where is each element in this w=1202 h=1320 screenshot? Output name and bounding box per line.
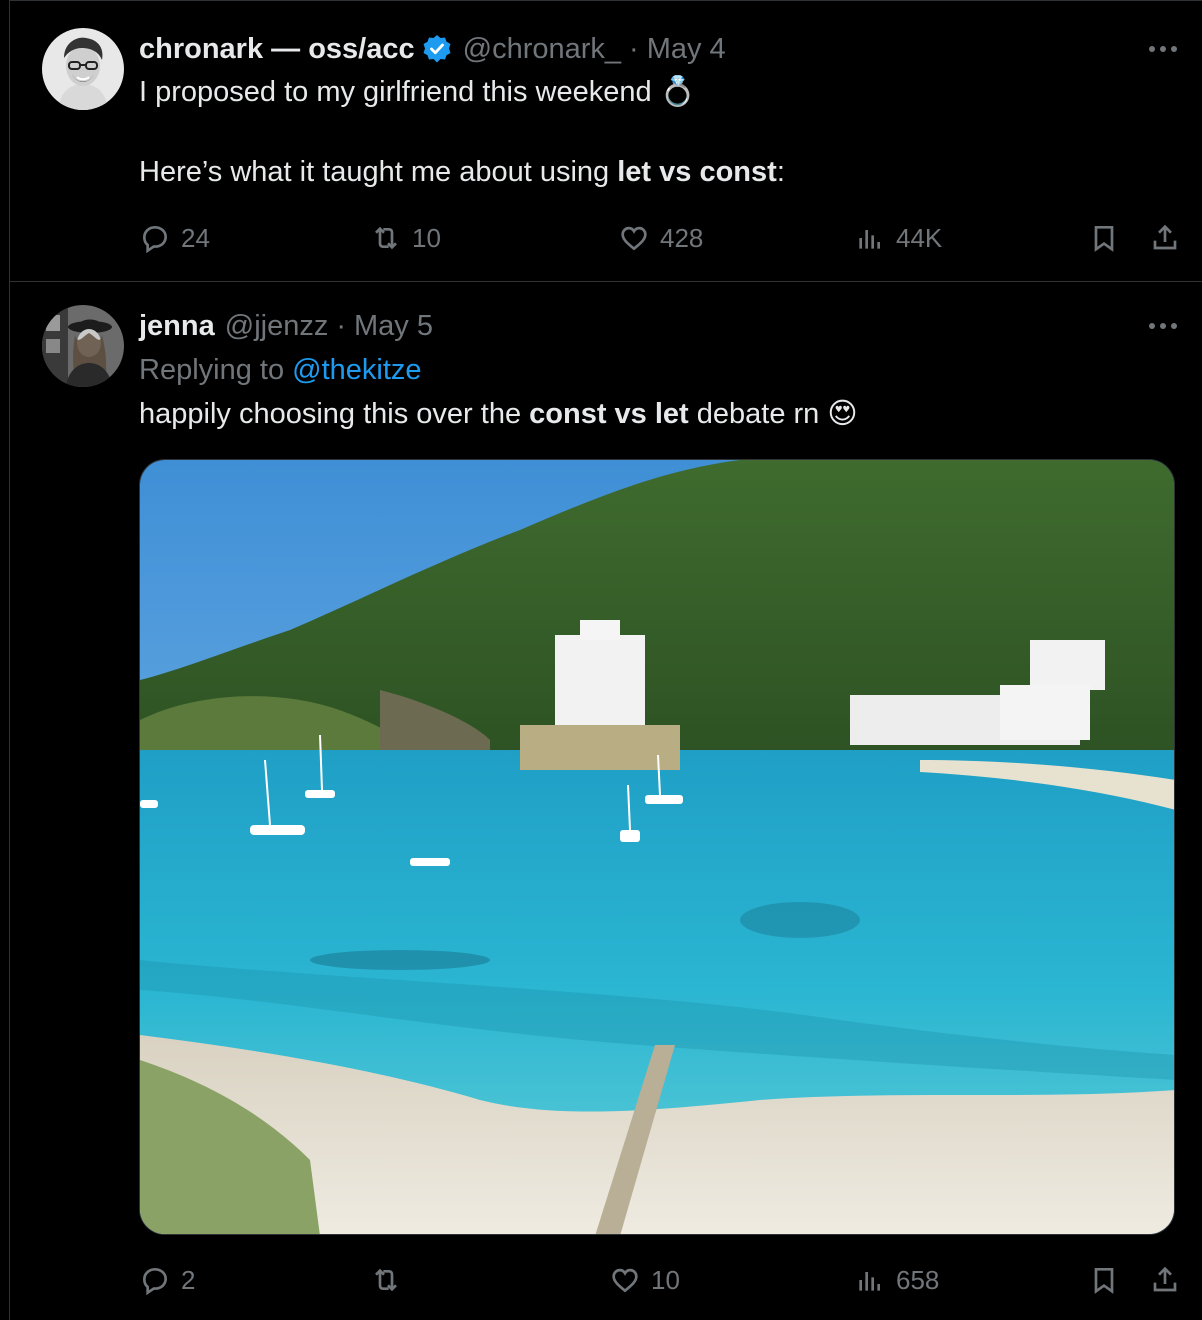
retweet-icon	[375, 226, 397, 250]
tweet-header: jenna @jjenzz · May 5	[139, 306, 1202, 346]
reply-button[interactable]: 24	[139, 218, 210, 258]
separator-dot: ·	[336, 309, 347, 342]
share-icon	[1153, 1266, 1177, 1292]
photo-bay-beach	[140, 460, 1174, 1234]
tweet-text: I proposed to my girlfriend this weekend	[139, 76, 660, 108]
like-count: 428	[660, 222, 704, 253]
tweet-date[interactable]: May 5	[354, 310, 433, 343]
tweet-text-line2: Here’s what it taught me about using let…	[139, 153, 1162, 191]
bookmark-icon	[1094, 1268, 1114, 1294]
more-icon[interactable]	[1146, 39, 1180, 59]
like-icon	[621, 226, 647, 251]
tweet-text-prefix: Here’s what it taught me about using	[139, 156, 618, 188]
tweet-text-line1: I proposed to my girlfriend this weekend…	[139, 73, 1162, 111]
like-count: 10	[651, 1264, 680, 1295]
tweet-image[interactable]	[139, 459, 1175, 1235]
views-icon	[859, 1272, 880, 1291]
avatar-jenna[interactable]	[42, 305, 124, 387]
separator-dot: ·	[629, 32, 639, 65]
tweet-actions: 24 10 428 44K	[139, 218, 1181, 258]
reply-icon	[142, 1267, 168, 1296]
share-icon	[1153, 224, 1177, 250]
like-button[interactable]: 428	[618, 218, 703, 258]
retweet-count: 10	[412, 222, 441, 253]
views-count: 44K	[896, 222, 943, 253]
ring-emoji: 💍	[659, 76, 696, 108]
replying-to: Replying to @thekitze	[139, 351, 1162, 389]
heart-eyes-emoji: 😍	[827, 398, 858, 430]
bookmark-icon	[1094, 226, 1114, 252]
replying-to-link[interactable]: @thekitze	[292, 354, 421, 386]
like-icon	[612, 1268, 638, 1293]
reply-icon	[142, 225, 168, 254]
author-handle[interactable]: @jjenzz	[225, 310, 329, 343]
share-button[interactable]	[1149, 218, 1181, 258]
like-button[interactable]: 10	[609, 1260, 680, 1300]
author-name[interactable]: chronark — oss/acc	[139, 33, 415, 66]
tweet-date[interactable]: May 4	[647, 33, 726, 66]
views-count: 658	[896, 1264, 940, 1295]
author-handle[interactable]: @chronark_	[463, 33, 621, 66]
bookmark-button[interactable]	[1088, 1260, 1120, 1300]
tweet-text-suffix: :	[776, 156, 785, 188]
tweet-header: chronark — oss/acc @chronark_ · May 4	[139, 29, 1202, 69]
views-icon	[859, 230, 880, 249]
share-button[interactable]	[1149, 1260, 1181, 1300]
tweet-text-prefix: happily choosing this over the	[139, 398, 530, 430]
author-name[interactable]: jenna	[139, 310, 215, 343]
avatar-chronark[interactable]	[42, 28, 124, 110]
retweet-button[interactable]	[370, 1260, 412, 1300]
tweet-text-bold: let vs const	[617, 156, 777, 188]
tweet-text: happily choosing this over the const vs …	[139, 395, 1162, 433]
replying-prefix: Replying to	[139, 354, 293, 386]
reply-count: 2	[181, 1264, 196, 1295]
tweet-text-bold: const vs let	[529, 398, 689, 430]
tweet-actions: 2 10 658	[139, 1260, 1181, 1300]
reply-button[interactable]: 2	[139, 1260, 195, 1300]
tweet-jenna[interactable]: jenna @jjenzz · May 5 Replying to @theki…	[9, 282, 1202, 1320]
bookmark-button[interactable]	[1088, 218, 1120, 258]
views-button[interactable]: 658	[854, 1260, 939, 1300]
verified-badge-icon	[421, 33, 453, 65]
views-button[interactable]: 44K	[854, 218, 942, 258]
retweet-button[interactable]: 10	[370, 218, 441, 258]
reply-count: 24	[181, 222, 210, 253]
tweet-text-suffix: debate rn	[688, 398, 828, 430]
more-icon[interactable]	[1146, 316, 1180, 336]
retweet-icon	[375, 1268, 397, 1292]
tweet-chronark[interactable]: chronark — oss/acc @chronark_ · May 4 I …	[9, 0, 1202, 282]
